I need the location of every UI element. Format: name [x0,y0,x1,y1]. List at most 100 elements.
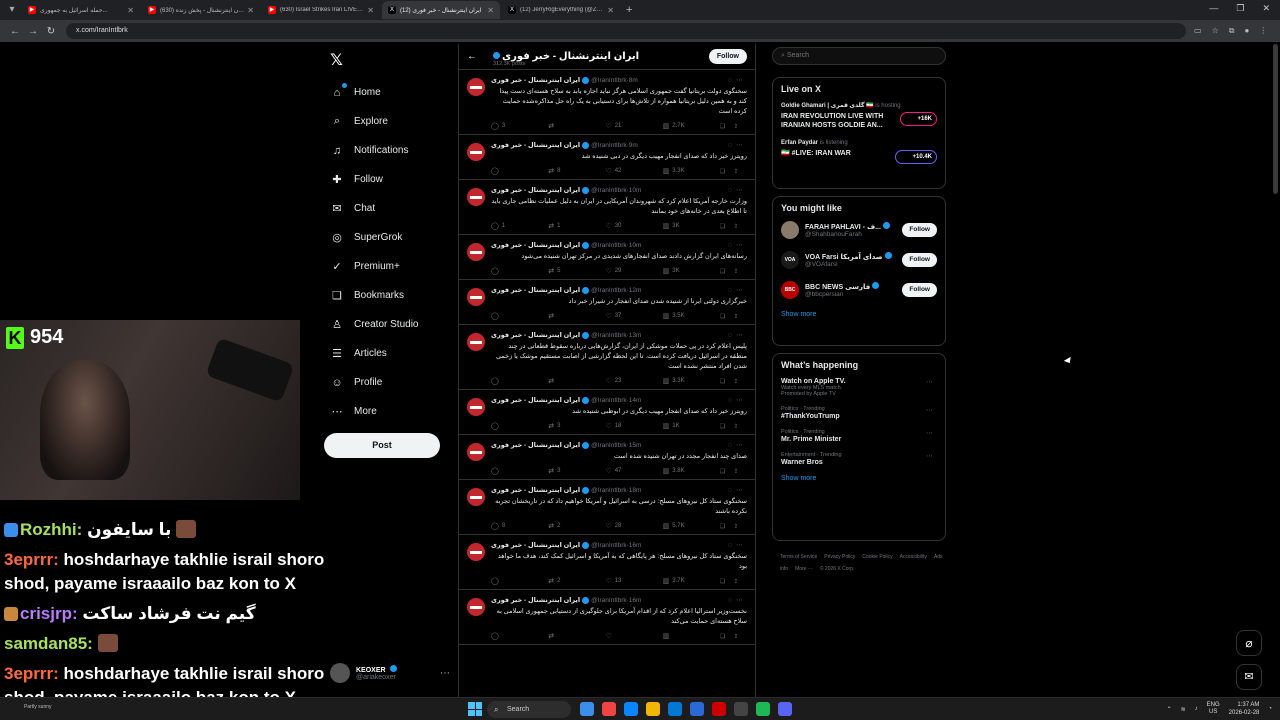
more-icon[interactable]: ◌⋯ [728,141,747,149]
tweet-author[interactable]: ایران اینترنشنال - خبر فوری [491,441,580,449]
new-tab-button[interactable]: + [626,4,632,16]
repost-button[interactable]: ⇄ [548,312,605,320]
back-icon[interactable]: ← [6,26,24,37]
like-button[interactable]: ♡ 23 [605,377,662,385]
sidebar-item-explore[interactable]: ⌕ Explore [330,107,418,136]
reply-button[interactable]: ◯ [491,422,548,430]
like-button[interactable]: ♡ 30 [605,222,662,230]
weather-widget[interactable]: Partly sunny [24,704,52,710]
star-icon[interactable]: ☆ [1212,26,1219,36]
avatar[interactable] [467,598,485,616]
sidebar-item-notifications[interactable]: ♫ Notifications [330,136,418,165]
reply-button[interactable]: ◯ 1 [491,222,548,230]
tweet-handle[interactable]: @IranIntlbrk [591,442,627,449]
tweet-time[interactable]: 14m [629,397,642,404]
sidebar-item-creator-studio[interactable]: ♙ Creator Studio [330,310,418,339]
trend-item[interactable]: Watch on Apple TV. Watch every MLS match.… [781,378,937,397]
footer-link[interactable]: © 2026 X Corp. [820,566,855,572]
sidebar-item-follow[interactable]: ✚ Follow [330,165,418,194]
more-icon[interactable]: ◌⋯ [728,396,747,404]
views-button[interactable]: ▥ 3.3K [663,167,720,175]
tweet[interactable]: ایران اینترنشنال - خبر فوری @IranIntlbrk … [459,535,755,590]
tweet-author[interactable]: ایران اینترنشنال - خبر فوری [491,286,580,294]
share-icon[interactable]: ⇪ [733,467,747,475]
share-icon[interactable]: ⇪ [733,422,747,430]
more-icon[interactable]: ◌⋯ [728,76,747,84]
footer-link[interactable]: More ··· [795,566,813,572]
live-space[interactable]: Goldie Ghamari | گلدی قمری 🇮🇷 is hosting… [781,102,937,130]
tweet-author[interactable]: ایران اینترنشنال - خبر فوری [491,596,580,604]
share-icon[interactable]: ⇪ [733,222,747,230]
chevron-up-icon[interactable]: ⌃ [1167,706,1172,713]
suggested-account[interactable]: BBC BBC NEWS فارسی @bbcpersian Follow [781,281,937,299]
tweet-handle[interactable]: @IranIntlbrk [591,242,627,249]
more-icon[interactable]: ◌⋯ [728,596,747,604]
tweet[interactable]: ایران اینترنشنال - خبر فوری @IranIntlbrk … [459,480,755,535]
views-button[interactable]: ▥ 5.7K [663,522,720,530]
avatar[interactable] [467,333,485,351]
tweet-handle[interactable]: @IranIntlbrk [591,332,627,339]
reply-button[interactable]: ◯ [491,577,548,585]
trend-item[interactable]: Politics · Trending Mr. Prime Minister ⋯ [781,429,937,443]
reply-button[interactable]: ◯ 3 [491,122,548,130]
tweet-time[interactable]: 8m [629,77,638,84]
reply-button[interactable]: ◯ [491,167,548,175]
tweet[interactable]: ایران اینترنشنال - خبر فوری @IranIntlbrk … [459,70,755,135]
like-button[interactable]: ♡ 28 [605,522,662,530]
tweet-author[interactable]: ایران اینترنشنال - خبر فوری [491,186,580,194]
tweet-time[interactable]: 10m [629,187,642,194]
avatar[interactable] [467,543,485,561]
url-input[interactable]: x.com/IranIntlbrk [66,23,1186,39]
tweet-author[interactable]: ایران اینترنشنال - خبر فوری [491,331,580,339]
scrollbar[interactable] [1273,44,1278,194]
bookmark-icon[interactable]: ❏ [720,467,734,475]
more-icon[interactable]: ◌⋯ [728,286,747,294]
x-logo-icon[interactable]: 𝕏 [330,50,343,70]
repost-button[interactable]: ⇄ 1 [548,222,605,230]
views-button[interactable]: ▥ 3K [663,267,720,275]
tweet-author[interactable]: ایران اینترنشنال - خبر فوری [491,241,580,249]
repost-button[interactable]: ⇄ [548,632,605,640]
repost-button[interactable]: ⇄ 5 [548,267,605,275]
post-button[interactable]: Post [324,433,440,458]
avatar[interactable] [467,78,485,96]
trend-item[interactable]: Politics · Trending #ThankYouTrump ⋯ [781,406,937,420]
avatar[interactable] [467,398,485,416]
reply-button[interactable]: ◯ [491,267,548,275]
search-input[interactable]: ⌕ Search [772,47,946,65]
repost-button[interactable]: ⇄ 2 [548,577,605,585]
messages-icon[interactable]: ✉ [1236,664,1262,690]
chrome-icon[interactable] [602,702,616,716]
reply-button[interactable]: ◯ [491,467,548,475]
share-icon[interactable]: ⇪ [733,312,747,320]
more-icon[interactable]: ◌⋯ [728,186,747,194]
tweet-time[interactable]: 13m [629,332,642,339]
tweet-handle[interactable]: @IranIntlbrk [591,397,627,404]
tweet-handle[interactable]: @IranIntlbrk [591,187,627,194]
tweet[interactable]: ایران اینترنشنال - خبر فوری @IranIntlbrk … [459,280,755,325]
trend-item[interactable]: Entertainment · Trending Warner Bros ⋯ [781,452,937,466]
avatar[interactable] [467,188,485,206]
browser-tab[interactable]: ▶ حمله اسرائیل به جمهوری... ✕ [22,1,140,19]
share-icon[interactable]: ⇪ [733,267,747,275]
tweet-handle[interactable]: @IranIntlbrk [591,542,627,549]
more-icon[interactable]: ◌⋯ [728,486,747,494]
discord-icon[interactable] [778,702,792,716]
more-icon[interactable]: ◌⋯ [728,331,747,339]
footer-link[interactable]: Accessibility [900,554,927,560]
reply-button[interactable]: ◯ [491,377,548,385]
spotify-icon[interactable] [756,702,770,716]
tab-close-icon[interactable]: ✕ [607,6,614,15]
tweet-time[interactable]: 12m [629,287,642,294]
close-icon[interactable]: ✕ [1262,3,1270,14]
repost-button[interactable]: ⇄ 3 [548,467,605,475]
tweet[interactable]: ایران اینترنشنال - خبر فوری @IranIntlbrk … [459,390,755,435]
tweet-time[interactable]: 9m [629,142,638,149]
share-icon[interactable]: ⇪ [733,632,747,640]
browser-tab[interactable]: ▶ (630) Israel Strikes Iran LIVE | IDF ✕ [262,1,380,19]
tweet-handle[interactable]: @IranIntlbrk [591,487,627,494]
tab-close-icon[interactable]: ✕ [367,6,374,15]
tweet-author[interactable]: ایران اینترنشنال - خبر فوری [491,396,580,404]
bookmark-icon[interactable]: ❏ [720,122,734,130]
avatar[interactable] [467,288,485,306]
